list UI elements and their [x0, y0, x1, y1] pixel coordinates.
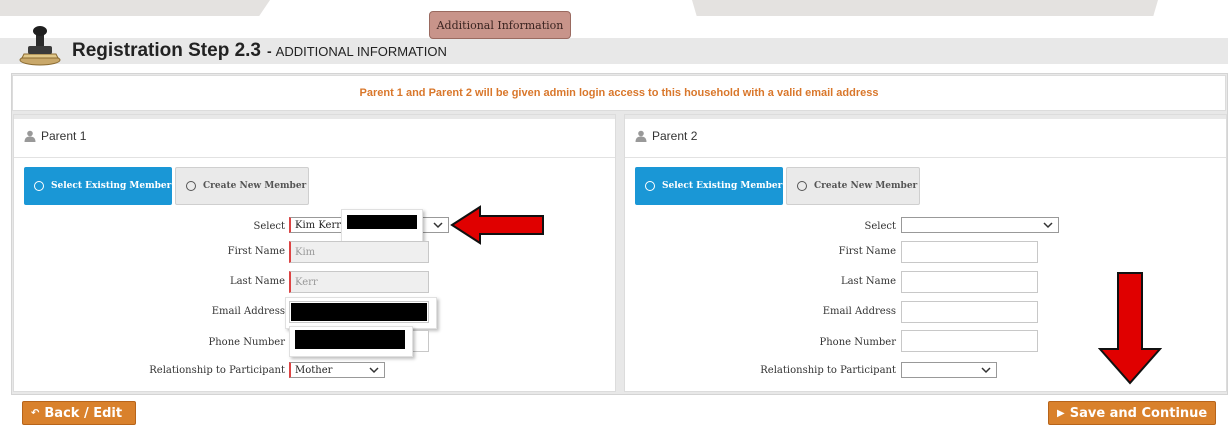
top-decorative-strip-left — [0, 0, 270, 16]
parent2-last-name-label: Last Name — [840, 276, 896, 287]
back-icon: ↶ — [31, 407, 40, 419]
parent2-tab-select-existing[interactable]: Select Existing Member — [635, 167, 783, 205]
arrow-left-annotation — [450, 205, 544, 245]
title-separator: - — [267, 43, 272, 59]
radio-icon — [186, 181, 196, 191]
parent1-title: Parent 1 — [41, 129, 87, 143]
user-icon — [635, 130, 647, 142]
parent1-relationship-select[interactable]: Mother — [289, 362, 385, 378]
save-and-continue-label: Save and Continue — [1069, 405, 1208, 421]
parent1-email-label: Email Address — [211, 306, 285, 317]
parent2-email-label: Email Address — [822, 306, 896, 317]
arrow-down-annotation — [1098, 272, 1162, 385]
chevron-down-icon — [433, 222, 443, 229]
parent1-select-label: Select — [253, 221, 285, 232]
tab-label: Select Existing Member — [51, 181, 172, 191]
save-and-continue-button[interactable]: ▶ Save and Continue — [1048, 401, 1216, 425]
redaction-box — [291, 303, 427, 321]
parent2-select-label: Select — [864, 221, 896, 232]
parent2-tab-create-new[interactable]: Create New Member — [786, 167, 920, 205]
back-edit-label: Back / Edit — [44, 405, 123, 421]
radio-icon — [645, 181, 655, 191]
page-title: Registration Step 2.3- ADDITIONAL INFORMA… — [72, 40, 447, 62]
page-subtitle: ADDITIONAL INFORMATION — [275, 44, 447, 59]
parent1-relationship-value: Mother — [295, 364, 333, 376]
parent2-phone-label: Phone Number — [819, 337, 897, 348]
user-icon — [24, 130, 36, 142]
tab-label: Select Existing Member — [662, 181, 783, 191]
tab-additional-information[interactable]: Additional Information — [429, 11, 571, 39]
page-title-main: Registration Step 2.3 — [72, 40, 261, 61]
parent1-tab-create-new[interactable]: Create New Member — [175, 167, 309, 205]
parent1-header: Parent 1 — [14, 115, 615, 158]
parent1-last-name-field[interactable]: Kerr — [289, 271, 429, 293]
parent2-last-name-field[interactable] — [901, 271, 1038, 293]
redaction-box — [347, 215, 417, 229]
parent2-title: Parent 2 — [652, 129, 698, 143]
parent2-header: Parent 2 — [625, 115, 1226, 158]
parent1-select-value: Kim Kerr — [295, 219, 342, 231]
parent1-panel: Parent 1 Select Existing Member Create N… — [13, 114, 616, 392]
parent1-first-name-label: First Name — [227, 246, 285, 257]
back-edit-button[interactable]: ↶ Back / Edit — [22, 401, 136, 425]
chevron-down-icon — [981, 367, 991, 374]
parent1-tab-select-existing[interactable]: Select Existing Member — [24, 167, 172, 205]
redaction-box — [295, 330, 405, 349]
radio-icon — [797, 181, 807, 191]
tab-label: Create New Member — [814, 181, 918, 191]
parent2-phone-field[interactable] — [901, 330, 1038, 352]
top-decorative-strip-right — [692, 0, 1158, 16]
parent1-last-name-label: Last Name — [229, 276, 285, 287]
parent2-relationship-select[interactable] — [901, 362, 997, 378]
notice-banner: Parent 1 and Parent 2 will be given admi… — [12, 75, 1226, 111]
parent2-relationship-label: Relationship to Participant — [760, 365, 896, 376]
radio-icon — [34, 181, 44, 191]
chevron-down-icon — [369, 367, 379, 374]
parent2-first-name-label: First Name — [838, 246, 896, 257]
tab-label: Create New Member — [203, 181, 307, 191]
parent2-email-field[interactable] — [901, 301, 1038, 323]
parent1-relationship-label: Relationship to Participant — [149, 365, 285, 376]
parent1-first-name-field[interactable]: Kim — [289, 241, 429, 263]
parent2-member-select[interactable] — [901, 217, 1059, 233]
registration-page: Additional Information Registration Step… — [0, 0, 1228, 441]
play-icon: ▶ — [1057, 407, 1065, 419]
stamp-icon — [19, 26, 61, 66]
parent2-first-name-field[interactable] — [901, 241, 1038, 263]
parent1-phone-label: Phone Number — [208, 337, 286, 348]
chevron-down-icon — [1043, 222, 1053, 229]
